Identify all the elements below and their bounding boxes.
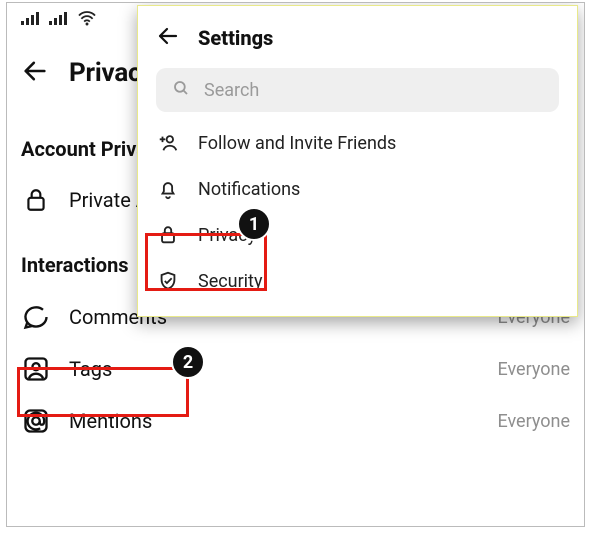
app-frame: Privacy Account Privacy Private Account …: [6, 2, 585, 527]
at-icon: [21, 407, 51, 435]
tag-person-icon: [21, 355, 51, 383]
signal-icon: [49, 11, 69, 25]
search-placeholder: Search: [204, 80, 259, 101]
add-person-icon: [156, 132, 180, 154]
tags-value: Everyone: [497, 359, 570, 380]
back-button[interactable]: [156, 24, 180, 52]
lock-icon: [156, 224, 180, 246]
settings-notifications-label: Notifications: [198, 179, 300, 200]
mentions-label: Mentions: [69, 409, 152, 433]
settings-title: Settings: [198, 26, 273, 50]
settings-row-security[interactable]: Security: [138, 258, 577, 304]
back-button[interactable]: [21, 57, 49, 89]
lock-icon: [21, 187, 51, 213]
search-icon: [172, 79, 190, 101]
mentions-value: Everyone: [497, 411, 570, 432]
annotation-step-1: 1: [237, 207, 271, 241]
settings-row-follow[interactable]: Follow and Invite Friends: [138, 120, 577, 166]
settings-row-privacy[interactable]: Privacy: [138, 212, 577, 258]
bell-icon: [156, 178, 180, 200]
settings-security-label: Security: [198, 271, 262, 292]
annotation-step-2: 2: [171, 345, 205, 379]
settings-header: Settings: [138, 6, 577, 62]
row-mentions[interactable]: Mentions Everyone: [7, 395, 584, 447]
settings-follow-label: Follow and Invite Friends: [198, 133, 396, 154]
signal-icon: [21, 11, 41, 25]
wifi-icon: [77, 10, 97, 26]
settings-overlay: Settings Search Follow and Invite Friend…: [137, 5, 578, 317]
shield-icon: [156, 270, 180, 292]
tags-label: Tags: [69, 357, 112, 381]
row-tags[interactable]: Tags Everyone: [7, 343, 584, 395]
settings-search[interactable]: Search: [156, 68, 559, 112]
comment-icon: [21, 303, 51, 331]
settings-row-notifications[interactable]: Notifications: [138, 166, 577, 212]
